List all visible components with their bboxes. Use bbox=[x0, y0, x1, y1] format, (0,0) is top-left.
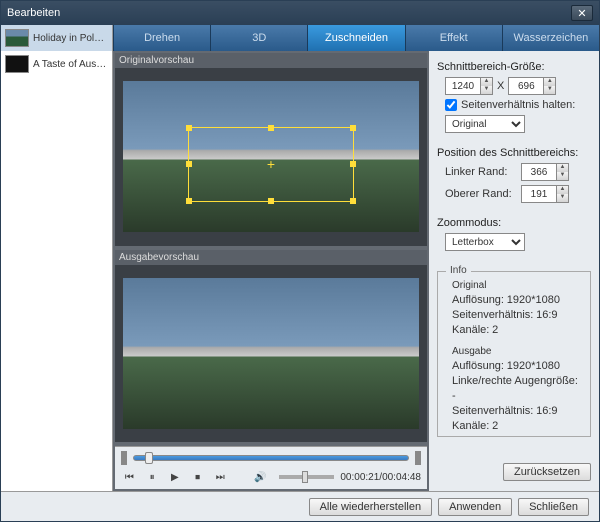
crop-handle[interactable] bbox=[268, 125, 274, 131]
dialog-footer: Alle wiederherstellen Anwenden Schließen bbox=[1, 491, 599, 521]
stop-button[interactable]: ⏹ bbox=[189, 469, 206, 485]
crop-handle[interactable] bbox=[350, 125, 356, 131]
crop-rectangle[interactable]: + bbox=[188, 127, 354, 202]
spin-up-icon[interactable]: ▲ bbox=[480, 78, 492, 86]
restore-all-button[interactable]: Alle wiederherstellen bbox=[309, 498, 433, 516]
crop-handle[interactable] bbox=[186, 198, 192, 204]
titlebar: Bearbeiten ✕ bbox=[1, 1, 599, 25]
crop-pos-label: Position des Schnittbereichs: bbox=[437, 147, 591, 159]
prev-button[interactable]: ⏮ bbox=[121, 469, 138, 485]
volume-slider[interactable] bbox=[279, 475, 335, 479]
crop-center-icon: + bbox=[264, 157, 278, 171]
close-icon[interactable]: ✕ bbox=[571, 5, 593, 21]
spin-down-icon[interactable]: ▼ bbox=[556, 172, 568, 180]
tab-watermark[interactable]: Wasserzeichen bbox=[502, 25, 599, 51]
crop-size-label: Schnittbereich-Größe: bbox=[437, 61, 591, 73]
range-start-icon[interactable] bbox=[121, 451, 127, 465]
thumbnail-icon bbox=[5, 29, 29, 47]
pause-button[interactable]: ⏸ bbox=[144, 469, 161, 485]
seek-bar[interactable] bbox=[133, 455, 409, 461]
tab-crop[interactable]: Zuschneiden bbox=[307, 25, 404, 51]
edit-window: Bearbeiten ✕ Holiday in Polan... A Taste… bbox=[0, 0, 600, 522]
crop-handle[interactable] bbox=[186, 161, 192, 167]
window-title: Bearbeiten bbox=[7, 7, 571, 19]
play-button[interactable]: ▶ bbox=[166, 469, 183, 485]
output-preview bbox=[115, 265, 427, 443]
zoom-mode-select[interactable]: Letterbox bbox=[445, 233, 525, 251]
crop-width-input[interactable] bbox=[446, 78, 480, 94]
spin-down-icon[interactable]: ▼ bbox=[480, 86, 492, 94]
spin-up-icon[interactable]: ▲ bbox=[556, 186, 568, 194]
volume-handle[interactable] bbox=[302, 471, 308, 483]
preview-panel: Originalvorschau + Ausgabevorschau ⏮ ⏸ ▶… bbox=[113, 51, 429, 491]
seek-handle[interactable] bbox=[145, 452, 153, 464]
tab-bar: Drehen 3D Zuschneiden Effekt Wasserzeich… bbox=[113, 25, 599, 51]
volume-icon[interactable]: 🔊 bbox=[252, 469, 269, 485]
range-end-icon[interactable] bbox=[415, 451, 421, 465]
spin-down-icon[interactable]: ▼ bbox=[543, 86, 555, 94]
playback-controls: ⏮ ⏸ ▶ ⏹ ⏭ 🔊 00:00:21/00:04:48 bbox=[115, 446, 427, 489]
zoom-mode-label: Zoommodus: bbox=[437, 217, 591, 229]
settings-panel: Schnittbereich-Größe: ▲▼ X ▲▼ Seitenverh… bbox=[429, 51, 599, 491]
close-button[interactable]: Schließen bbox=[518, 498, 589, 516]
crop-height-input[interactable] bbox=[509, 78, 543, 94]
original-preview[interactable]: + bbox=[115, 68, 427, 246]
sidebar-item[interactable]: Holiday in Polan... bbox=[1, 25, 112, 51]
thumbnail-icon bbox=[5, 55, 29, 73]
playback-time: 00:00:21/00:04:48 bbox=[340, 472, 421, 483]
crop-handle[interactable] bbox=[268, 198, 274, 204]
spin-down-icon[interactable]: ▼ bbox=[556, 194, 568, 202]
sidebar: Holiday in Polan... A Taste of Austri... bbox=[1, 25, 113, 491]
crop-handle[interactable] bbox=[350, 198, 356, 204]
next-button[interactable]: ⏭ bbox=[212, 469, 229, 485]
crop-top-input[interactable] bbox=[522, 186, 556, 202]
output-preview-label: Ausgabevorschau bbox=[115, 250, 427, 265]
crop-left-input[interactable] bbox=[522, 164, 556, 180]
tab-effect[interactable]: Effekt bbox=[405, 25, 502, 51]
apply-button[interactable]: Anwenden bbox=[438, 498, 512, 516]
spin-up-icon[interactable]: ▲ bbox=[556, 164, 568, 172]
keep-ratio-checkbox[interactable] bbox=[445, 99, 457, 111]
tab-rotate[interactable]: Drehen bbox=[113, 25, 210, 51]
reset-button[interactable]: Zurücksetzen bbox=[503, 463, 591, 481]
info-box: Info Original Auflösung: 1920*1080 Seite… bbox=[437, 271, 591, 437]
original-preview-label: Originalvorschau bbox=[115, 53, 427, 68]
crop-handle[interactable] bbox=[186, 125, 192, 131]
aspect-ratio-select[interactable]: Original bbox=[445, 115, 525, 133]
spin-up-icon[interactable]: ▲ bbox=[543, 78, 555, 86]
sidebar-item[interactable]: A Taste of Austri... bbox=[1, 51, 112, 77]
crop-handle[interactable] bbox=[350, 161, 356, 167]
tab-3d[interactable]: 3D bbox=[210, 25, 307, 51]
